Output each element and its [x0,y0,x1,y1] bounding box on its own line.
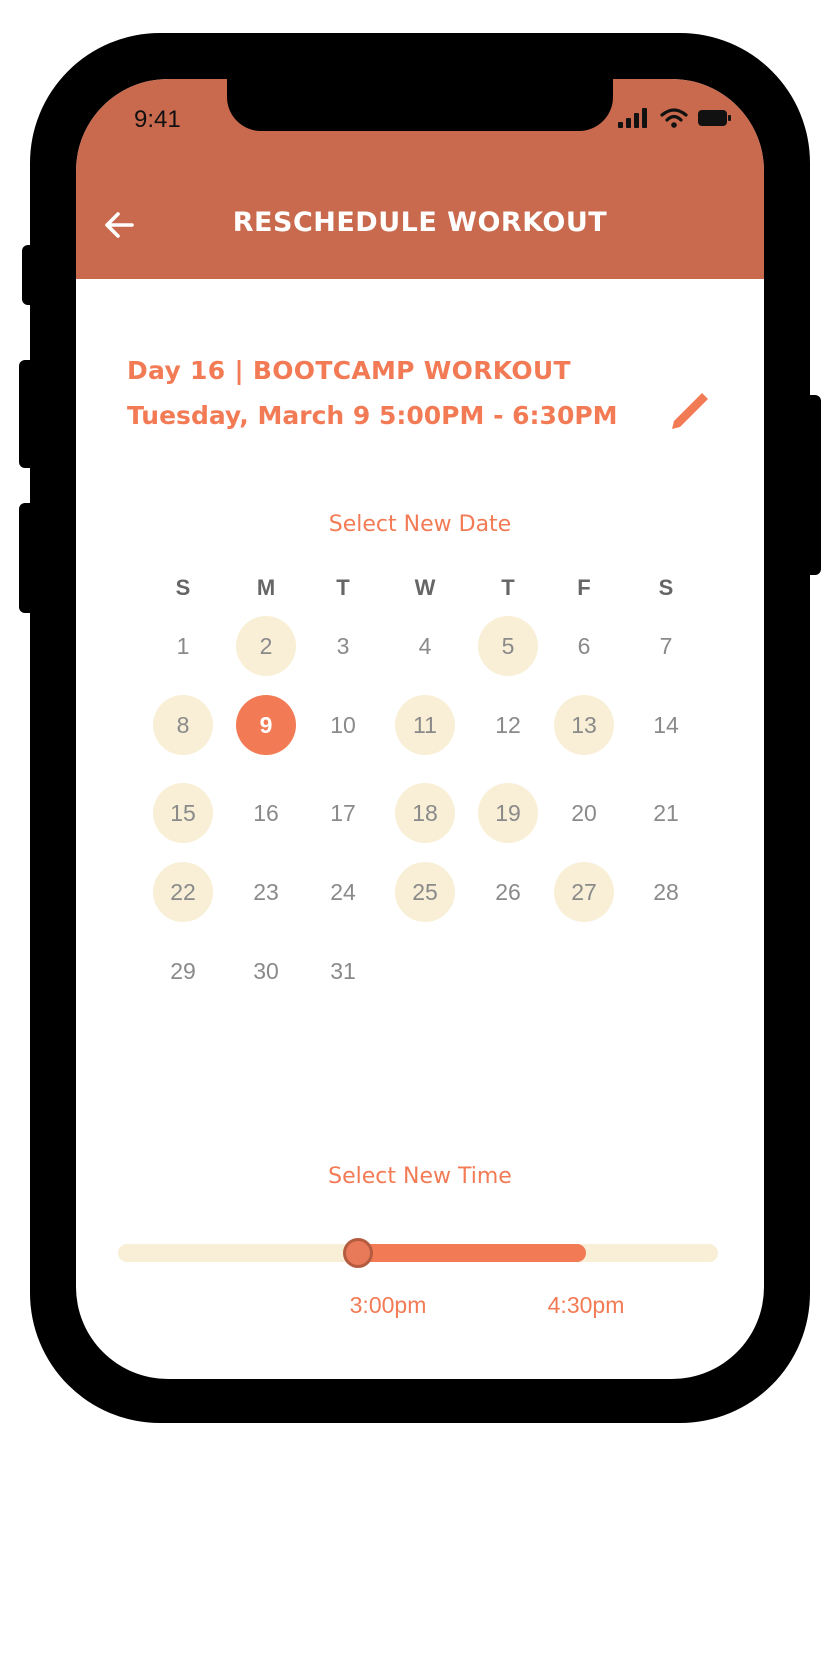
calendar-day[interactable]: 3 [313,616,373,676]
calendar-day[interactable]: 30 [236,941,296,1001]
wifi-icon [660,108,688,128]
calendar-day[interactable]: 19 [478,783,538,843]
calendar-day[interactable]: 23 [236,862,296,922]
status-icons [618,108,732,128]
calendar-day[interactable]: 8 [153,695,213,755]
calendar-day[interactable]: 16 [236,783,296,843]
weekday-label: M [256,575,276,600]
calendar-day[interactable]: 7 [636,616,696,676]
calendar-day[interactable]: 1 [153,616,213,676]
calendar-day[interactable]: 26 [478,862,538,922]
calendar-day[interactable]: 12 [478,695,538,755]
phone-screen: 9:41 RESCHEDULE WORKOUT Day 16 | BOOTCAM… [76,79,764,1379]
time-slider-start-handle[interactable] [343,1238,373,1268]
calendar-day[interactable]: 17 [313,783,373,843]
workout-title: Day 16 | BOOTCAMP WORKOUT [127,356,571,385]
calendar-day[interactable]: 13 [554,695,614,755]
calendar-day[interactable]: 2 [236,616,296,676]
calendar-day[interactable]: 21 [636,783,696,843]
calendar-day[interactable]: 20 [554,783,614,843]
page-title: RESCHEDULE WORKOUT [232,207,608,238]
start-time-label: 3:00pm [349,1292,427,1318]
weekday-label: S [658,575,674,600]
calendar-day[interactable]: 25 [395,862,455,922]
calendar-day[interactable]: 18 [395,783,455,843]
edit-button[interactable] [666,389,712,435]
calendar-day[interactable]: 6 [554,616,614,676]
time-slider-range [358,1244,586,1262]
weekday-label: F [577,575,591,600]
calendar-day[interactable]: 5 [478,616,538,676]
end-time-label: 4:30pm [547,1292,625,1318]
status-time: 9:41 [134,106,181,133]
select-date-label: Select New Date [328,512,512,537]
notch [227,79,613,131]
workout-time: Tuesday, March 9 5:00PM - 6:30PM [127,401,618,430]
pencil-icon [672,393,708,429]
calendar-day[interactable]: 14 [636,695,696,755]
calendar-day[interactable]: 10 [313,695,373,755]
weekday-label: T [501,575,515,600]
app-header: 9:41 RESCHEDULE WORKOUT [76,79,764,279]
calendar-day[interactable]: 31 [313,941,373,1001]
calendar-day[interactable]: 29 [153,941,213,1001]
signal-icon [618,108,647,128]
weekday-label: T [336,575,350,600]
calendar-day[interactable]: 11 [395,695,455,755]
weekday-label: W [414,575,436,600]
calendar-day[interactable]: 15 [153,783,213,843]
select-time-label: Select New Time [328,1164,512,1189]
battery-icon [698,110,731,126]
calendar-day[interactable]: 24 [313,862,373,922]
calendar-day[interactable]: 27 [554,862,614,922]
weekday-label: S [175,575,191,600]
calendar-day-selected[interactable]: 9 [236,695,296,755]
calendar-day[interactable]: 28 [636,862,696,922]
calendar-day[interactable]: 4 [395,616,455,676]
calendar-day[interactable]: 22 [153,862,213,922]
phone-frame: 9:41 RESCHEDULE WORKOUT Day 16 | BOOTCAM… [30,33,810,1423]
